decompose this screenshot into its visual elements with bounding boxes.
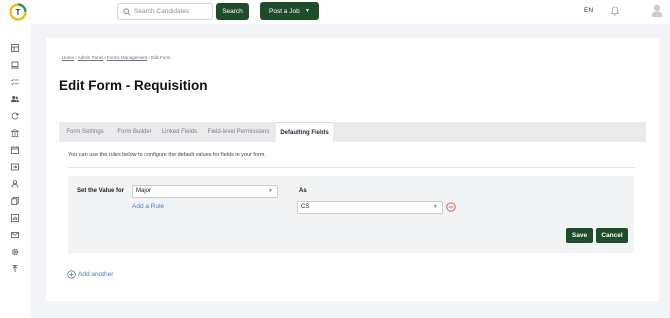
page-title: Edit Form - Requisition <box>59 78 208 93</box>
tab-linked-fields[interactable]: Linked Fields <box>158 122 201 142</box>
avatar[interactable] <box>651 4 663 17</box>
dashboard-icon[interactable] <box>11 44 19 52</box>
breadcrumb-forms-management[interactable]: Forms Management <box>107 55 147 60</box>
breadcrumb-separator: / <box>104 55 106 60</box>
tab-form-builder[interactable]: Form Builder <box>111 122 158 142</box>
laptop-icon[interactable] <box>11 61 19 69</box>
field-select-value: Major <box>136 188 152 194</box>
mail-icon[interactable] <box>11 231 19 239</box>
building-icon[interactable] <box>11 129 19 137</box>
value-select[interactable]: CS ▼ <box>297 201 443 214</box>
tab-form-settings[interactable]: Form Settings <box>59 122 111 142</box>
breadcrumb-current: Edit Form <box>150 55 171 60</box>
remove-rule-icon[interactable] <box>446 202 456 212</box>
user-group-icon[interactable] <box>11 180 19 188</box>
svg-text:T: T <box>16 8 21 17</box>
cancel-button[interactable]: Cancel <box>596 228 628 243</box>
upload-icon[interactable] <box>11 265 19 273</box>
refresh-icon[interactable] <box>11 112 19 120</box>
search-input[interactable] <box>134 5 210 18</box>
defaulting-description: You can use the rules below to configure… <box>68 152 266 158</box>
settings-icon[interactable] <box>11 248 19 256</box>
sidebar <box>0 24 31 318</box>
post-job-label: Post a Job <box>269 7 300 15</box>
tab-field-level-permissions[interactable]: Field-level Permissions <box>201 122 276 142</box>
checklist-icon[interactable] <box>11 78 19 86</box>
chevron-down-icon: ▼ <box>305 8 310 14</box>
people-icon[interactable] <box>11 95 19 103</box>
logo-icon[interactable]: T <box>9 3 27 21</box>
add-rule-link[interactable]: Add a Rule <box>132 203 164 210</box>
documents-icon[interactable] <box>11 197 19 205</box>
post-job-button[interactable]: Post a Job ▼ <box>260 2 319 20</box>
calendar-icon[interactable] <box>11 146 19 154</box>
language-selector[interactable]: EN <box>584 7 593 14</box>
search-icon <box>123 8 131 16</box>
value-select-value: CS <box>301 204 310 210</box>
save-button[interactable]: Save <box>566 228 593 243</box>
breadcrumb-separator: / <box>75 55 77 60</box>
search-box <box>117 3 213 20</box>
plus-circle-icon <box>67 269 76 279</box>
tab-bar: Form Settings Form Builder Linked Fields… <box>59 122 646 142</box>
set-value-label: Set the Value for <box>77 188 125 194</box>
chart-icon[interactable] <box>11 214 19 222</box>
bell-icon[interactable] <box>611 6 619 16</box>
breadcrumb-separator: / <box>148 55 150 60</box>
chevron-down-icon: ▼ <box>268 188 273 194</box>
breadcrumb-home[interactable]: Home <box>62 55 74 60</box>
search-button[interactable]: Search <box>216 3 249 20</box>
field-select[interactable]: Major ▼ <box>132 185 278 198</box>
add-another-link[interactable]: Add another <box>67 269 113 279</box>
chevron-down-icon: ▼ <box>433 204 438 210</box>
divider <box>68 167 635 168</box>
tab-defaulting-fields[interactable]: Defaulting Fields <box>276 122 333 142</box>
breadcrumb: Home / Admin Panel / Forms Management / … <box>62 55 170 60</box>
export-icon[interactable] <box>11 163 19 171</box>
as-label: As <box>299 188 307 194</box>
top-bar: T Search Post a Job ▼ EN <box>0 0 670 24</box>
breadcrumb-admin-panel[interactable]: Admin Panel <box>78 55 104 60</box>
add-another-label: Add another <box>78 270 114 278</box>
